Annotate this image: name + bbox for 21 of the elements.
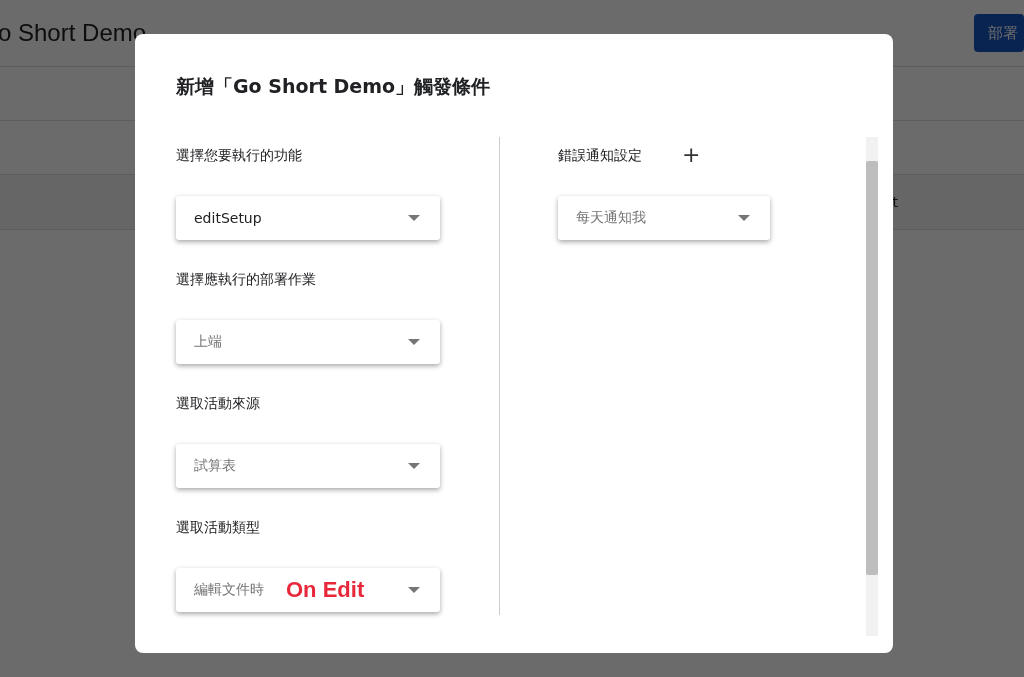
dropdown-value: editSetup [194,210,262,226]
scrollbar[interactable] [866,137,878,636]
deploy-button[interactable]: 部署 [974,14,1024,52]
dialog-title: 新增「Go Short Demo」觸發條件 [176,74,492,99]
field-label: 選擇應執行的部署作業 [176,270,317,289]
column-header: t [892,194,898,210]
field-label: 錯誤通知設定 [558,146,642,165]
field-label: 選擇您要執行的功能 [176,146,303,165]
caret-icon [408,215,420,221]
dropdown-value: 試算表 [194,457,236,475]
annotation-text: On Edit [286,577,365,603]
dropdown-value: 上端 [194,333,222,351]
caret-icon [408,587,420,593]
dropdown[interactable]: editSetup [176,196,440,240]
dropdown-value: 每天通知我 [576,209,646,227]
field-label: 選取活動類型 [176,518,261,537]
caret-icon [738,215,750,221]
field-label: 選取活動來源 [176,394,261,413]
caret-icon [408,339,420,345]
dropdown-value: 編輯文件時 [194,581,264,599]
caret-icon [408,463,420,469]
